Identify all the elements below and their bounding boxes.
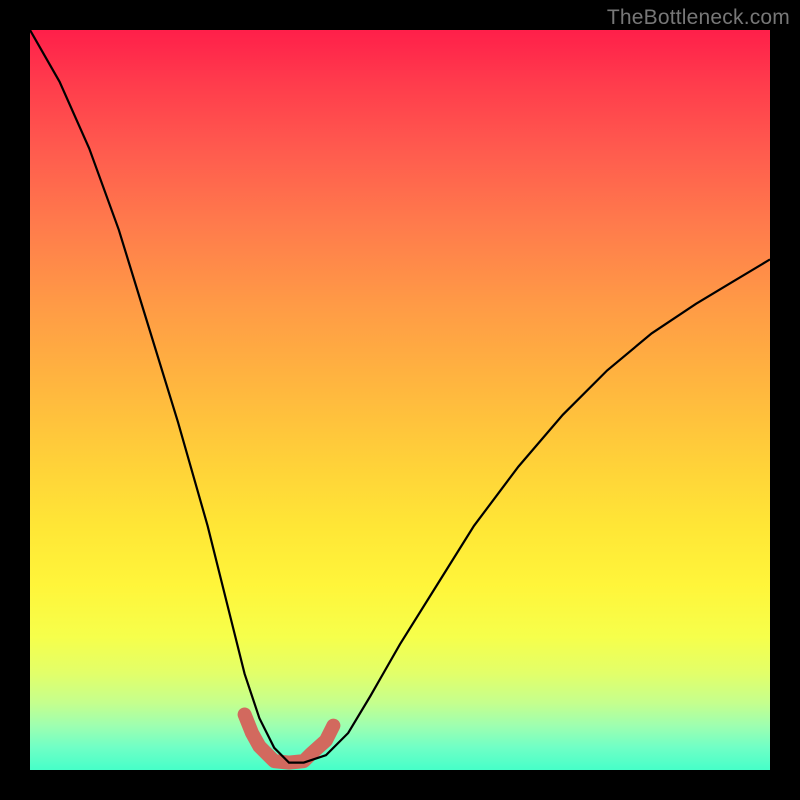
chart-stage: TheBottleneck.com <box>0 0 800 800</box>
curve-layer <box>30 30 770 770</box>
watermark-text: TheBottleneck.com <box>607 6 790 30</box>
bottleneck-curve <box>30 30 770 763</box>
trough-highlight <box>245 715 334 763</box>
plot-area <box>30 30 770 770</box>
